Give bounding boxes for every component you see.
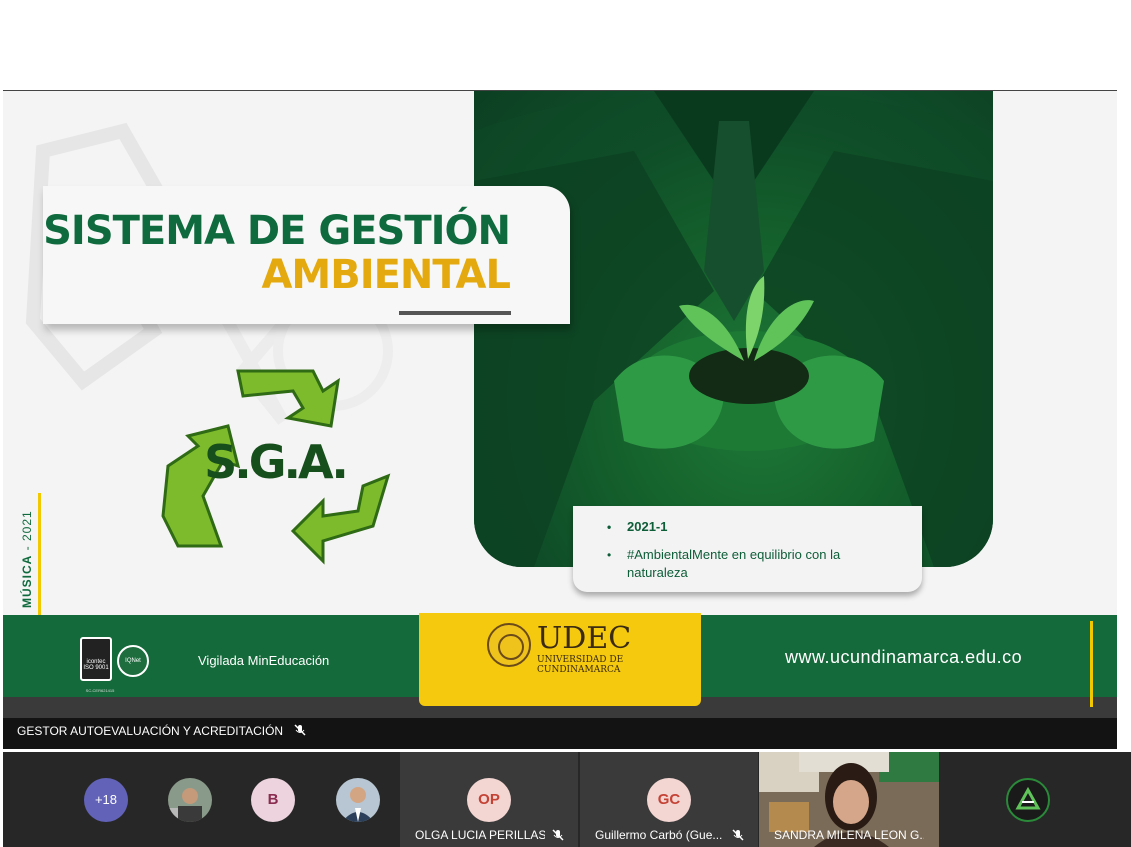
info-item-slogan: #AmbientalMente en equilibrio con la nat… — [593, 546, 902, 582]
university-subtitle: UNIVERSIDAD DE CUNDINAMARCA — [537, 655, 624, 675]
participant-name: OLGA LUCIA PERILLAS... — [415, 828, 545, 842]
participant-avatar[interactable] — [168, 778, 212, 822]
university-seal-icon — [487, 623, 531, 667]
participant-avatar-b[interactable]: B — [251, 778, 295, 822]
mic-off-icon — [732, 828, 744, 846]
svg-text:S.G.A.: S.G.A. — [204, 435, 346, 489]
university-name: UDEC — [537, 621, 632, 656]
hero-photo — [474, 91, 993, 567]
participant-initials: OP — [467, 778, 511, 822]
info-card: 2021-1 #AmbientalMente en equilibrio con… — [573, 506, 922, 592]
icontec-code: SC-CER621415 — [85, 688, 115, 693]
participant-name: SANDRA MILENA LEON G... — [774, 828, 924, 842]
side-label-year: - 2021 — [20, 510, 34, 555]
title-underline — [399, 311, 511, 315]
participant-video-tile[interactable]: SANDRA MILENA LEON G... — [759, 752, 939, 847]
mic-off-icon — [552, 828, 564, 846]
accent-line-right — [1090, 621, 1093, 707]
slide-title-line2: AMBIENTAL — [261, 252, 511, 298]
more-participants-button[interactable]: +18 — [84, 778, 128, 822]
university-logo-box: UDEC UNIVERSIDAD DE CUNDINAMARCA — [419, 613, 701, 706]
meeting-window: SISTEMA DE GESTIÓN AMBIENTAL S.G.A. MÚSI… — [0, 0, 1131, 847]
presenter-caption: GESTOR AUTOEVALUACIÓN Y ACREDITACIÓN — [3, 718, 1117, 749]
presenter-name: GESTOR AUTOEVALUACIÓN Y ACREDITACIÓN — [17, 724, 284, 738]
icontec-iso: ISO 9001 — [83, 665, 109, 671]
participant-initials: GC — [647, 778, 691, 822]
mic-off-icon — [294, 724, 306, 739]
participant-avatar[interactable] — [336, 778, 380, 822]
sga-recycle-logo: S.G.A. — [153, 366, 398, 571]
icontec-cert-logo: icontec ISO 9001 SC-CER621415 — [80, 637, 114, 693]
participant-tile-gc[interactable]: GC Guillermo Carbó (Gue... — [580, 752, 758, 847]
side-label: MÚSICA - 2021 — [17, 510, 37, 611]
participant-name: Guillermo Carbó (Gue... — [595, 828, 723, 842]
participant-tile-op[interactable]: OP OLGA LUCIA PERILLAS... — [400, 752, 578, 847]
slide-title-line1: SISTEMA DE GESTIÓN — [43, 208, 511, 254]
side-label-program: MÚSICA — [20, 554, 34, 608]
participant-logo-avatar[interactable] — [1006, 778, 1050, 822]
info-item-period: 2021-1 — [593, 518, 902, 536]
vigilada-text: Vigilada MinEducación — [198, 653, 330, 668]
shared-slide: SISTEMA DE GESTIÓN AMBIENTAL S.G.A. MÚSI… — [3, 90, 1117, 718]
website-url: www.ucundinamarca.edu.co — [785, 647, 1023, 667]
title-card: SISTEMA DE GESTIÓN AMBIENTAL — [43, 186, 570, 324]
iqnet-logo: IQNet — [117, 645, 149, 677]
